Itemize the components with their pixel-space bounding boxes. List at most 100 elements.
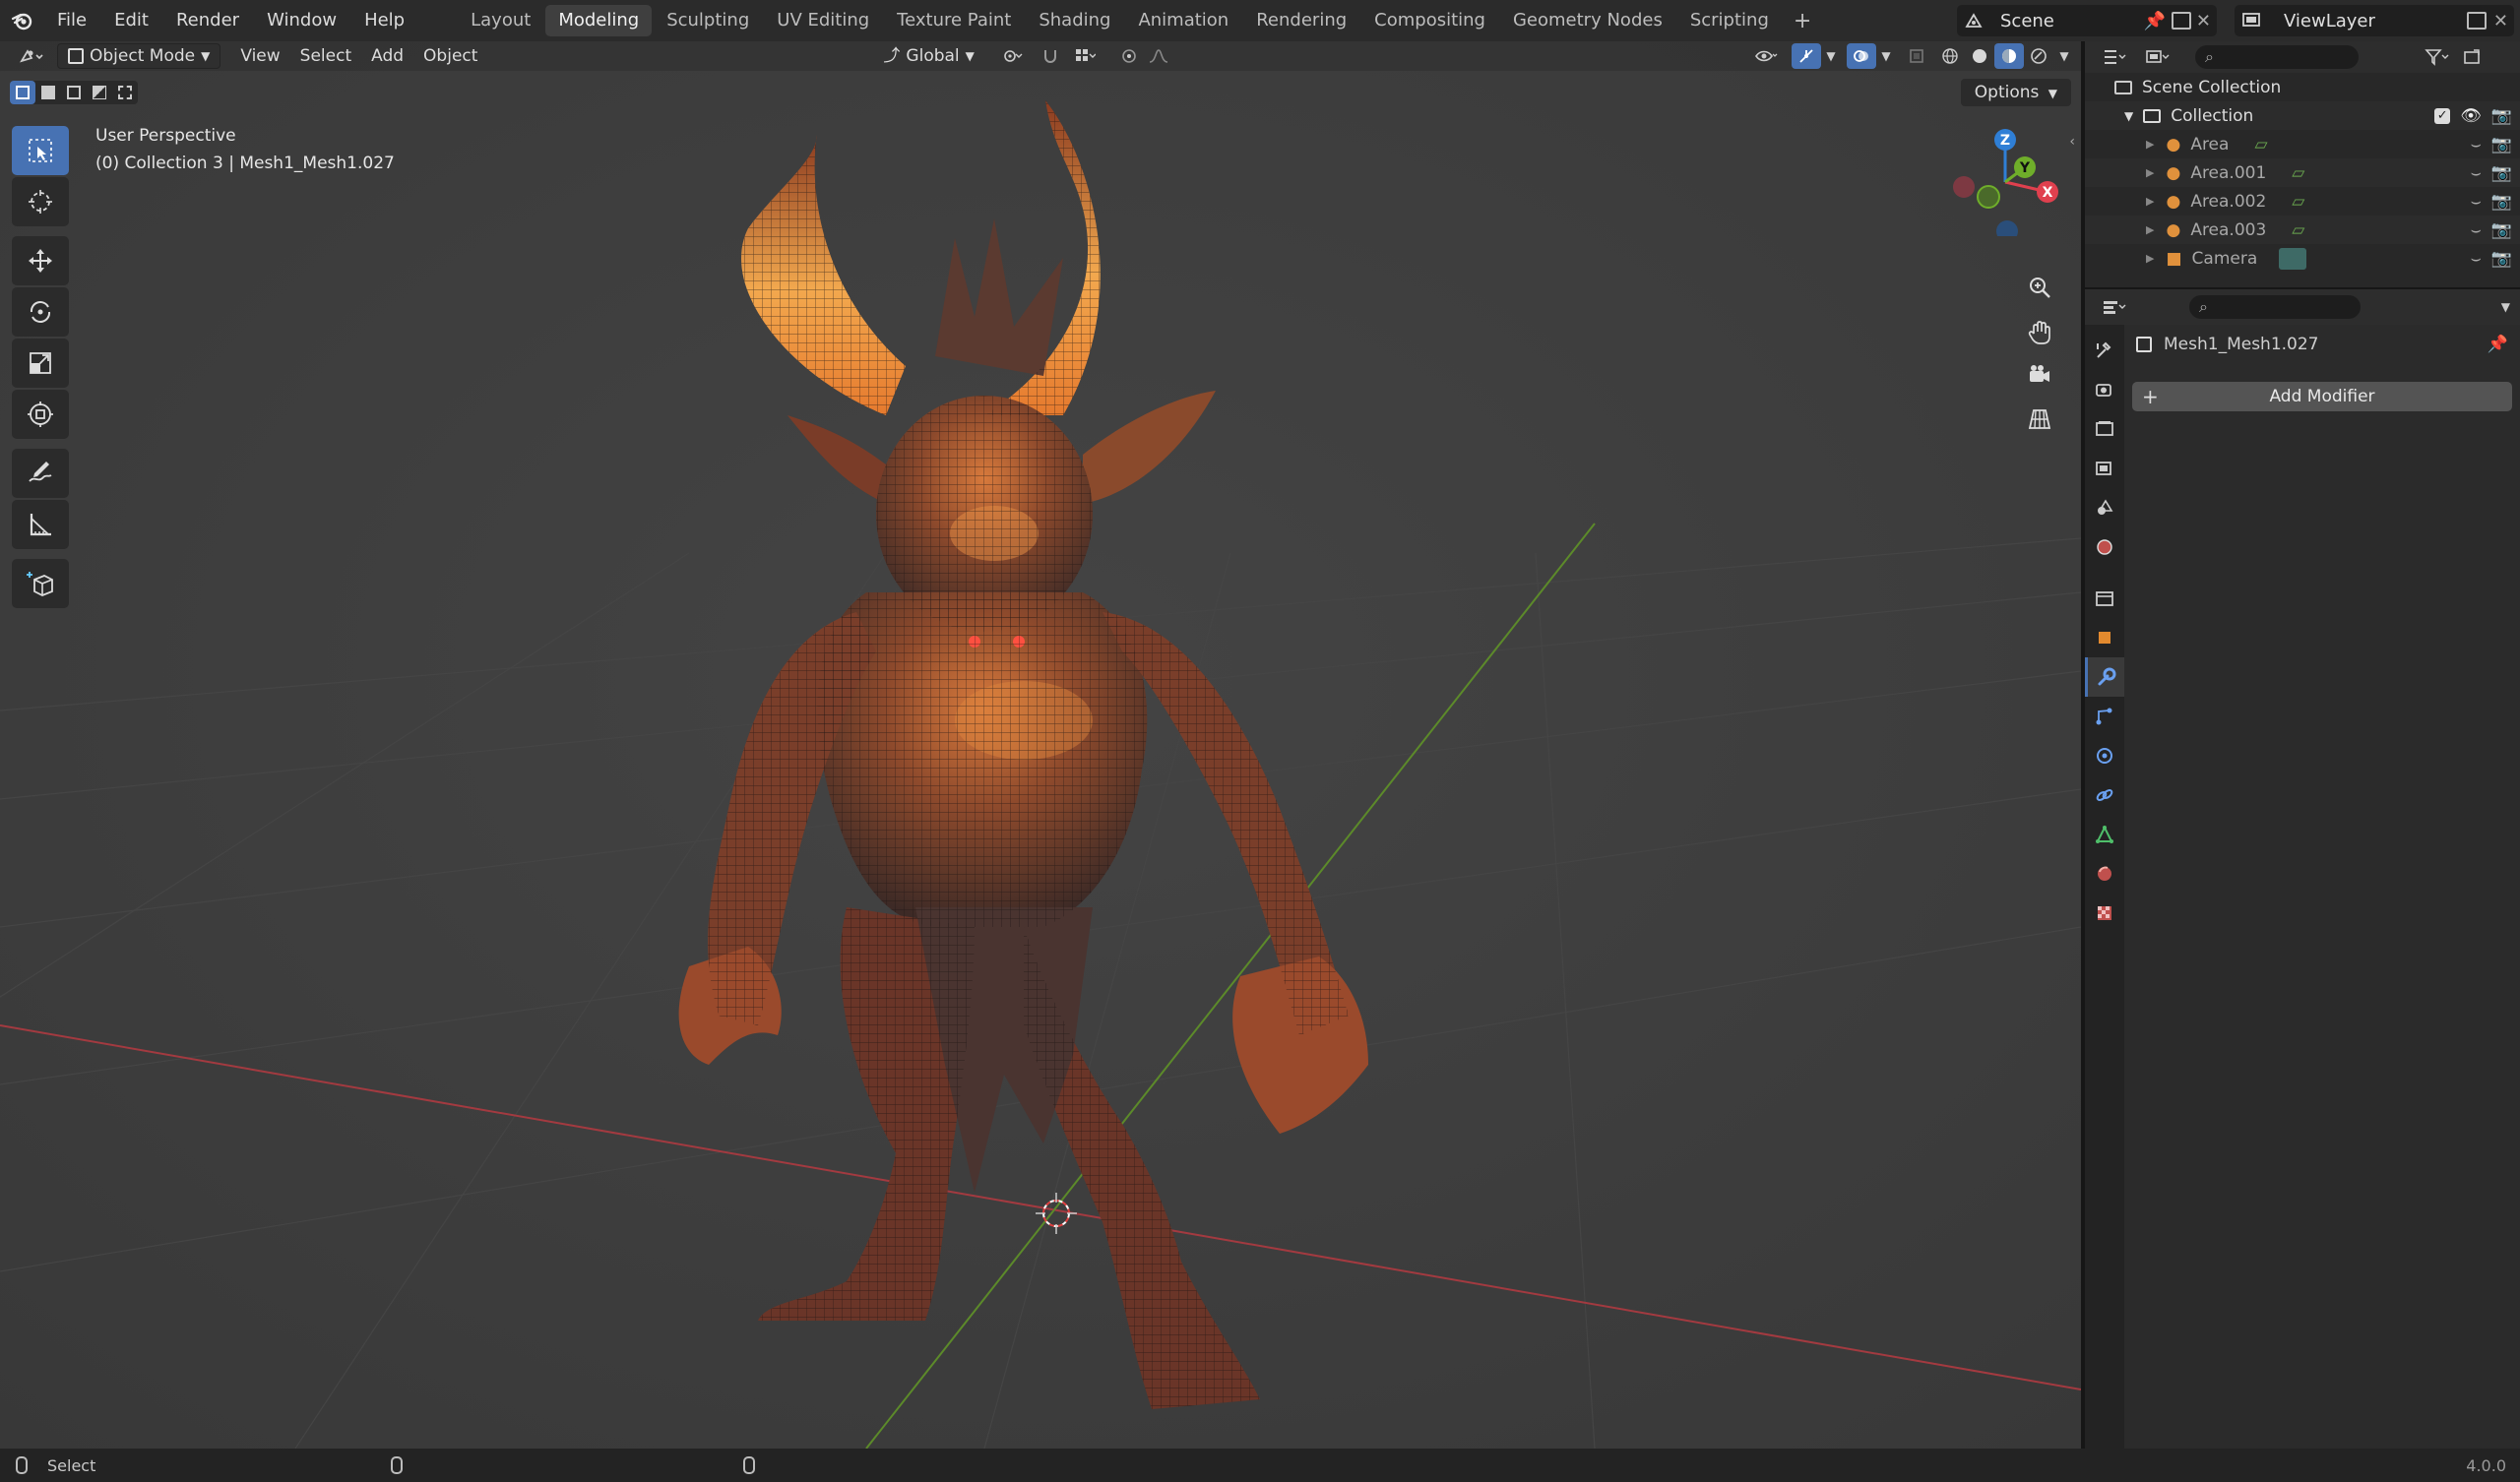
render-camera-icon[interactable]: 📷 bbox=[2491, 192, 2512, 212]
hide-viewport-icon[interactable]: ⌣ bbox=[2471, 220, 2482, 240]
properties-editor-type-icon[interactable] bbox=[2095, 294, 2134, 320]
rotate-tool-icon[interactable] bbox=[12, 287, 69, 337]
data-tab-icon[interactable] bbox=[2085, 815, 2124, 854]
chevron-down-icon[interactable]: ▼ bbox=[1821, 43, 1841, 69]
render-camera-icon[interactable]: 📷 bbox=[2491, 163, 2512, 183]
transform-tool-icon[interactable] bbox=[12, 390, 69, 439]
select-subtract-icon[interactable] bbox=[61, 81, 87, 104]
menu-help[interactable]: Help bbox=[350, 0, 418, 41]
hide-viewport-icon[interactable]: ⌣ bbox=[2471, 249, 2482, 269]
visibility-eye-icon[interactable] bbox=[1746, 43, 1786, 69]
gizmo-neg-z-icon[interactable] bbox=[1996, 220, 2018, 236]
outliner-collection-row[interactable]: ▼ Collection ✓ 👁 📷 bbox=[2085, 101, 2520, 130]
annotate-tool-icon[interactable] bbox=[12, 449, 69, 498]
pin-icon[interactable]: 📌 bbox=[2488, 335, 2508, 354]
chevron-down-icon[interactable]: ▼ bbox=[2053, 43, 2075, 69]
gizmo-toggle-icon[interactable] bbox=[1792, 43, 1821, 69]
world-tab-icon[interactable] bbox=[2085, 527, 2124, 567]
tab-texture-paint[interactable]: Texture Paint bbox=[884, 5, 1024, 36]
tab-compositing[interactable]: Compositing bbox=[1361, 5, 1498, 36]
expand-arrow-icon[interactable]: ▶ bbox=[2146, 166, 2154, 179]
outliner-item-camera[interactable]: ▶ ■ Camera ⌣ 📷 bbox=[2085, 244, 2520, 273]
physics-tab-icon[interactable] bbox=[2085, 736, 2124, 775]
delete-scene-icon[interactable]: ✕ bbox=[2196, 11, 2211, 31]
menu-edit[interactable]: Edit bbox=[100, 0, 162, 41]
tab-scripting[interactable]: Scripting bbox=[1677, 5, 1782, 36]
blender-logo-icon[interactable] bbox=[0, 0, 43, 41]
modifiers-tab-icon[interactable] bbox=[2085, 657, 2124, 697]
object-tab-icon[interactable] bbox=[2085, 618, 2124, 657]
new-collection-icon[interactable] bbox=[2457, 44, 2487, 70]
menu-view[interactable]: View bbox=[230, 43, 289, 69]
transform-orientation-dropdown[interactable]: ⤴ Global ▼ bbox=[873, 43, 983, 69]
solid-shading-icon[interactable] bbox=[1965, 43, 1994, 69]
tool-settings-tab-icon[interactable] bbox=[2085, 331, 2124, 370]
pan-hand-icon[interactable] bbox=[2020, 313, 2059, 352]
new-scene-icon[interactable] bbox=[2172, 12, 2191, 30]
select-box-tool-icon[interactable] bbox=[12, 126, 69, 175]
collection-tab-icon[interactable] bbox=[2085, 579, 2124, 618]
select-intersect-icon[interactable] bbox=[112, 81, 138, 104]
menu-file[interactable]: File bbox=[43, 0, 100, 41]
options-dropdown[interactable]: Options ▼ bbox=[1960, 79, 2071, 106]
tab-uv-editing[interactable]: UV Editing bbox=[764, 5, 882, 36]
render-camera-icon[interactable]: 📷 bbox=[2491, 135, 2512, 154]
outliner-editor-type-icon[interactable] bbox=[2095, 44, 2134, 70]
zoom-icon[interactable] bbox=[2020, 268, 2059, 307]
visibility-eye-icon[interactable]: 👁 bbox=[2460, 106, 2482, 126]
pivot-point-icon[interactable] bbox=[992, 43, 1032, 69]
constraints-tab-icon[interactable] bbox=[2085, 775, 2124, 815]
measure-tool-icon[interactable] bbox=[12, 500, 69, 549]
scene-selector[interactable]: Scene 📌 ✕ bbox=[1957, 5, 2217, 36]
expand-arrow-icon[interactable]: ▶ bbox=[2146, 195, 2154, 208]
new-view-layer-icon[interactable] bbox=[2467, 12, 2487, 30]
material-preview-shading-icon[interactable] bbox=[1994, 43, 2024, 69]
hide-viewport-icon[interactable]: ⌣ bbox=[2471, 192, 2482, 212]
texture-tab-icon[interactable] bbox=[2085, 894, 2124, 933]
tab-geometry-nodes[interactable]: Geometry Nodes bbox=[1500, 5, 1675, 36]
3d-viewport[interactable]: Object Mode ▼ View Select Add Object ⤴ G… bbox=[0, 41, 2081, 1449]
select-extend-icon[interactable] bbox=[35, 81, 61, 104]
chevron-down-icon[interactable]: ▼ bbox=[1876, 43, 1896, 69]
gizmo-neg-x-icon[interactable] bbox=[1953, 176, 1975, 198]
hide-viewport-icon[interactable]: ⌣ bbox=[2471, 163, 2482, 183]
editor-type-icon[interactable] bbox=[10, 43, 53, 69]
hide-viewport-icon[interactable]: ⌣ bbox=[2471, 135, 2482, 154]
tab-modeling[interactable]: Modeling bbox=[545, 5, 653, 36]
render-camera-icon[interactable]: 📷 bbox=[2491, 249, 2512, 269]
pin-icon[interactable]: 📌 bbox=[2144, 11, 2166, 31]
delete-view-layer-icon[interactable]: ✕ bbox=[2493, 11, 2508, 31]
perspective-toggle-icon[interactable] bbox=[2020, 400, 2059, 439]
material-tab-icon[interactable] bbox=[2085, 854, 2124, 894]
tab-animation[interactable]: Animation bbox=[1125, 5, 1241, 36]
outliner-item-area-001[interactable]: ▶ ● Area.001 ▱ ⌣ 📷 bbox=[2085, 158, 2520, 187]
render-camera-icon[interactable]: 📷 bbox=[2491, 106, 2512, 126]
scene-tab-icon[interactable] bbox=[2085, 488, 2124, 527]
overlays-toggle-icon[interactable] bbox=[1847, 43, 1876, 69]
menu-render[interactable]: Render bbox=[162, 0, 253, 41]
navigation-gizmo[interactable]: Z X Y bbox=[1944, 118, 2062, 236]
outliner-scene-collection[interactable]: Scene Collection bbox=[2085, 73, 2520, 101]
outliner-search-input[interactable]: ⌕ bbox=[2195, 45, 2359, 69]
tab-sculpting[interactable]: Sculpting bbox=[654, 5, 762, 36]
snap-target-icon[interactable] bbox=[1065, 43, 1104, 69]
outliner-item-area-002[interactable]: ▶ ● Area.002 ▱ ⌣ 📷 bbox=[2085, 187, 2520, 216]
menu-select[interactable]: Select bbox=[290, 43, 361, 69]
select-invert-icon[interactable] bbox=[87, 81, 112, 104]
expand-arrow-icon[interactable]: ▶ bbox=[2146, 138, 2154, 151]
menu-add[interactable]: Add bbox=[361, 43, 413, 69]
expand-arrow-icon[interactable]: ▶ bbox=[2146, 252, 2154, 265]
menu-window[interactable]: Window bbox=[253, 0, 350, 41]
falloff-curve-icon[interactable] bbox=[1144, 43, 1173, 69]
add-modifier-button[interactable]: + Add Modifier bbox=[2132, 382, 2512, 411]
outliner-item-area[interactable]: ▶ ● Area ▱ ⌣ 📷 bbox=[2085, 130, 2520, 158]
output-tab-icon[interactable] bbox=[2085, 409, 2124, 449]
view-layer-selector[interactable]: ViewLayer ✕ bbox=[2235, 5, 2514, 36]
display-mode-icon[interactable] bbox=[2138, 44, 2177, 70]
camera-view-icon[interactable] bbox=[2020, 356, 2059, 396]
tab-layout[interactable]: Layout bbox=[458, 5, 543, 36]
tab-rendering[interactable]: Rendering bbox=[1243, 5, 1359, 36]
scale-tool-icon[interactable] bbox=[12, 339, 69, 388]
collapse-arrow-icon[interactable]: ‹ bbox=[2069, 134, 2075, 150]
proportional-edit-icon[interactable] bbox=[1114, 43, 1144, 69]
